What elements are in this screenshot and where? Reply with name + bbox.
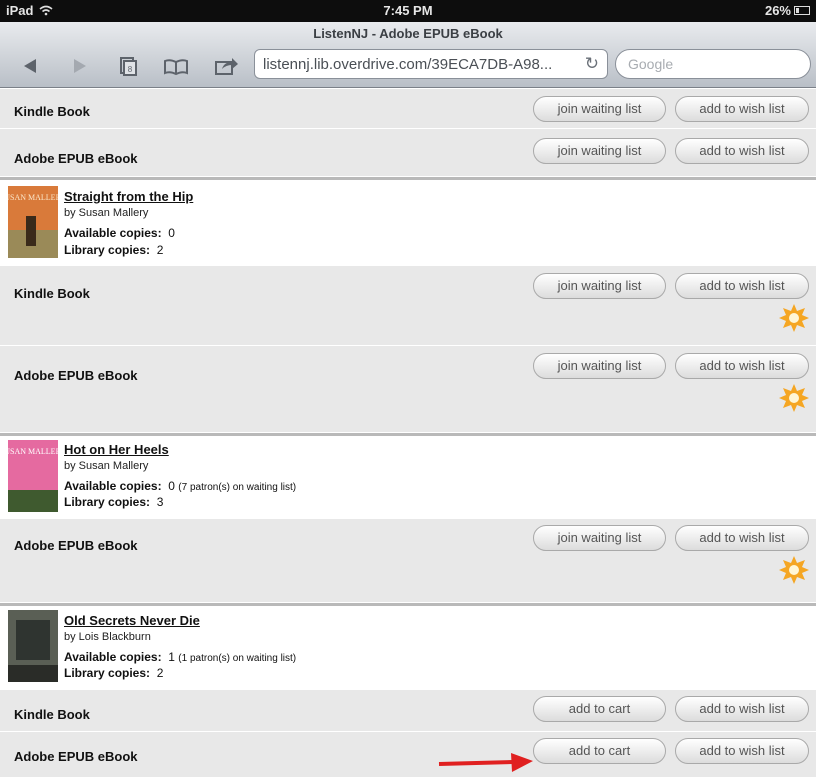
- format-name: Kindle Book: [14, 707, 90, 722]
- status-bar: iPad 7:45 PM 26%: [0, 0, 816, 22]
- bookmarks-icon[interactable]: [162, 54, 190, 78]
- add-to-wish-list-button[interactable]: add to wish list: [675, 696, 809, 722]
- add-to-wish-list-button[interactable]: add to wish list: [675, 525, 809, 551]
- format-name: Adobe EPUB eBook: [14, 368, 138, 383]
- add-to-cart-button[interactable]: add to cart: [533, 696, 666, 722]
- search-input[interactable]: Google: [615, 49, 811, 79]
- battery-indicator: 26%: [765, 3, 810, 18]
- book-author: by Susan Mallery: [64, 207, 149, 219]
- format-row: Adobe EPUB eBook join waiting list add t…: [0, 519, 816, 603]
- tabs-icon[interactable]: 8: [114, 54, 142, 78]
- add-to-wish-list-button[interactable]: add to wish list: [675, 353, 809, 379]
- starburst-badge-icon: [779, 384, 809, 412]
- format-name: Adobe EPUB eBook: [14, 538, 138, 553]
- add-to-wish-list-button[interactable]: add to wish list: [675, 738, 809, 764]
- cover-text: SUSAN MALLERY: [8, 447, 58, 456]
- browser-toolbar: ListenNJ - Adobe EPUB eBook 8 listennj.l…: [0, 22, 816, 88]
- library-copies: Library copies: 2: [64, 243, 164, 257]
- library-copies: Library copies: 2: [64, 666, 164, 680]
- book-entry: Old Secrets Never Die by Lois Blackburn …: [0, 606, 816, 690]
- address-bar[interactable]: listennj.lib.overdrive.com/39ECA7DB-A98.…: [254, 49, 608, 79]
- add-to-cart-button[interactable]: add to cart: [533, 738, 666, 764]
- join-waiting-list-button[interactable]: join waiting list: [533, 138, 666, 164]
- reload-icon[interactable]: ↻: [585, 54, 599, 74]
- library-copies: Library copies: 3: [64, 495, 164, 509]
- join-waiting-list-button[interactable]: join waiting list: [533, 353, 666, 379]
- format-row: Kindle Book add to cart add to wish list: [0, 690, 816, 732]
- book-author: by Lois Blackburn: [64, 631, 151, 643]
- starburst-badge-icon: [779, 556, 809, 584]
- available-copies: Available copies: 0: [64, 226, 175, 240]
- available-copies: Available copies: 0 (7 patron(s) on wait…: [64, 479, 297, 493]
- join-waiting-list-button[interactable]: join waiting list: [533, 96, 666, 122]
- book-title[interactable]: Straight from the Hip: [64, 189, 193, 204]
- url-text: listennj.lib.overdrive.com/39ECA7DB-A98.…: [263, 56, 553, 73]
- cover-text: SUSAN MALLERY: [8, 193, 58, 202]
- add-to-wish-list-button[interactable]: add to wish list: [675, 96, 809, 122]
- battery-icon: [794, 6, 810, 15]
- back-icon[interactable]: [16, 54, 44, 78]
- book-author: by Susan Mallery: [64, 460, 149, 472]
- format-row: Adobe EPUB eBook join waiting list add t…: [0, 346, 816, 433]
- format-row: Adobe EPUB eBook add to cart add to wish…: [0, 732, 816, 778]
- format-name: Kindle Book: [14, 286, 90, 301]
- clock: 7:45 PM: [383, 3, 433, 18]
- format-name: Adobe EPUB eBook: [14, 151, 138, 166]
- book-entry: SUSAN MALLERY Straight from the Hip by S…: [0, 180, 816, 266]
- catalog-list: Kindle Book join waiting list add to wis…: [0, 89, 816, 778]
- join-waiting-list-button[interactable]: join waiting list: [533, 273, 666, 299]
- book-title[interactable]: Old Secrets Never Die: [64, 613, 200, 628]
- red-arrow-icon: [438, 753, 533, 772]
- available-copies: Available copies: 1 (1 patron(s) on wait…: [64, 650, 297, 664]
- book-cover[interactable]: [8, 610, 58, 682]
- format-name: Adobe EPUB eBook: [14, 749, 138, 764]
- format-row: Kindle Book join waiting list add to wis…: [0, 89, 816, 129]
- share-icon[interactable]: [212, 54, 240, 78]
- format-row: Kindle Book join waiting list add to wis…: [0, 266, 816, 346]
- join-waiting-list-button[interactable]: join waiting list: [533, 525, 666, 551]
- format-row: Adobe EPUB eBook join waiting list add t…: [0, 129, 816, 177]
- format-name: Kindle Book: [14, 104, 90, 119]
- book-entry: SUSAN MALLERY Hot on Her Heels by Susan …: [0, 436, 816, 519]
- page-title: ListenNJ - Adobe EPUB eBook: [313, 26, 503, 41]
- tab-count: 8: [128, 65, 133, 74]
- forward-icon[interactable]: [66, 54, 94, 78]
- book-cover[interactable]: SUSAN MALLERY: [8, 440, 58, 512]
- add-to-wish-list-button[interactable]: add to wish list: [675, 138, 809, 164]
- starburst-badge-icon: [779, 304, 809, 332]
- book-title[interactable]: Hot on Her Heels: [64, 442, 169, 457]
- book-cover[interactable]: SUSAN MALLERY: [8, 186, 58, 258]
- add-to-wish-list-button[interactable]: add to wish list: [675, 273, 809, 299]
